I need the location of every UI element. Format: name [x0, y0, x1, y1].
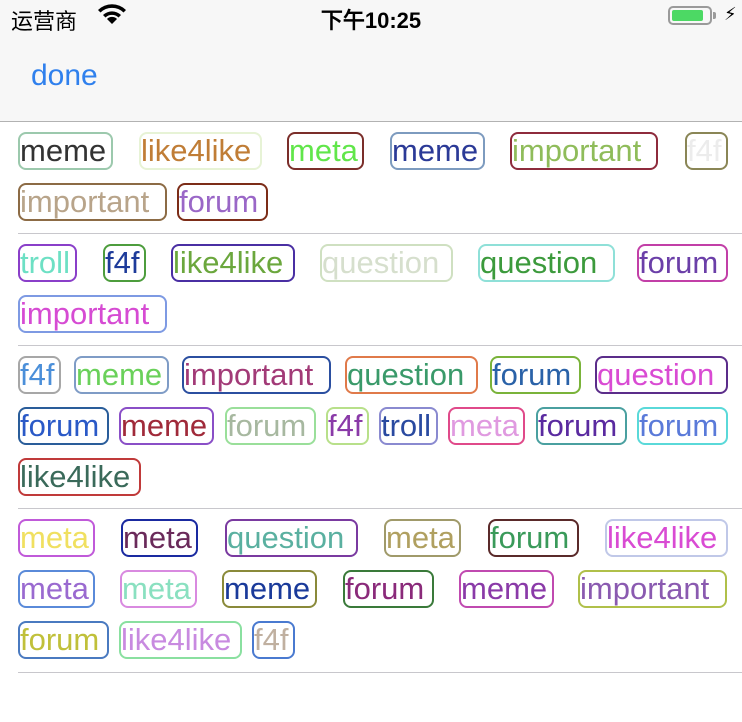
tag-chip[interactable]: meme [119, 407, 214, 445]
section-separator [18, 672, 742, 673]
tag-chip[interactable]: important [182, 356, 331, 394]
tag-chip[interactable]: troll [18, 244, 77, 282]
tag-chip[interactable]: like4like [18, 458, 141, 496]
tag-chip[interactable]: meta [448, 407, 525, 445]
tag-chip[interactable]: meta [18, 570, 95, 608]
tag-chip[interactable]: f4f [685, 132, 728, 170]
tag-chip[interactable]: like4like [171, 244, 295, 282]
tag-chip[interactable]: like4like [139, 132, 262, 170]
tag-chip[interactable]: f4f [252, 621, 295, 659]
battery-cap [713, 12, 716, 19]
tag-chip[interactable]: important [510, 132, 658, 170]
navigation-bar: done [0, 40, 742, 122]
tag-chip[interactable]: forum [637, 407, 728, 445]
tag-chip[interactable]: meta [18, 519, 95, 557]
tag-chip[interactable]: meta [120, 570, 197, 608]
tag-chip[interactable]: troll [379, 407, 438, 445]
section-separator [18, 233, 742, 234]
charging-icon: ⚡ [724, 4, 737, 24]
tag-chip[interactable]: forum [536, 407, 627, 445]
tag-chip[interactable]: question [595, 356, 728, 394]
tag-chip[interactable]: forum [18, 407, 109, 445]
tag-chip[interactable]: question [225, 519, 358, 557]
tag-chip[interactable]: forum [177, 183, 268, 221]
done-button[interactable]: done [31, 59, 98, 93]
battery-level-fill [672, 10, 703, 21]
section-separator [18, 345, 742, 346]
tag-chip[interactable]: meme [459, 570, 554, 608]
tag-chip[interactable]: meme [390, 132, 485, 170]
tag-chip[interactable]: forum [225, 407, 316, 445]
tag-chip[interactable]: f4f [103, 244, 146, 282]
tag-chip[interactable]: meme [18, 132, 113, 170]
tag-chip[interactable]: forum [490, 356, 581, 394]
tag-chip[interactable]: meta [287, 132, 364, 170]
tag-chip[interactable]: forum [18, 621, 109, 659]
tag-chip[interactable]: meta [384, 519, 461, 557]
tag-chip[interactable]: like4like [605, 519, 728, 557]
tag-chip[interactable]: important [578, 570, 727, 608]
tag-chip[interactable]: forum [637, 244, 728, 282]
section-separator [18, 508, 742, 509]
tag-chip[interactable]: question [345, 356, 478, 394]
tag-chip[interactable]: f4f [326, 407, 369, 445]
tag-chip[interactable]: forum [343, 570, 434, 608]
tag-chip[interactable]: meme [222, 570, 317, 608]
tag-chip[interactable]: meme [74, 356, 169, 394]
tag-chip[interactable]: f4f [18, 356, 61, 394]
battery-icon [668, 6, 712, 25]
status-bar: 运营商 下午10:25 ⚡ [0, 0, 742, 40]
status-time: 下午10:25 [320, 8, 422, 33]
tag-chip[interactable]: question [478, 244, 615, 282]
tag-chip[interactable]: important [18, 295, 167, 333]
tag-chip[interactable]: question [320, 244, 453, 282]
tag-chip[interactable]: forum [488, 519, 579, 557]
tag-chip[interactable]: important [18, 183, 167, 221]
tag-chip[interactable]: meta [121, 519, 198, 557]
tag-chip[interactable]: like4like [119, 621, 242, 659]
